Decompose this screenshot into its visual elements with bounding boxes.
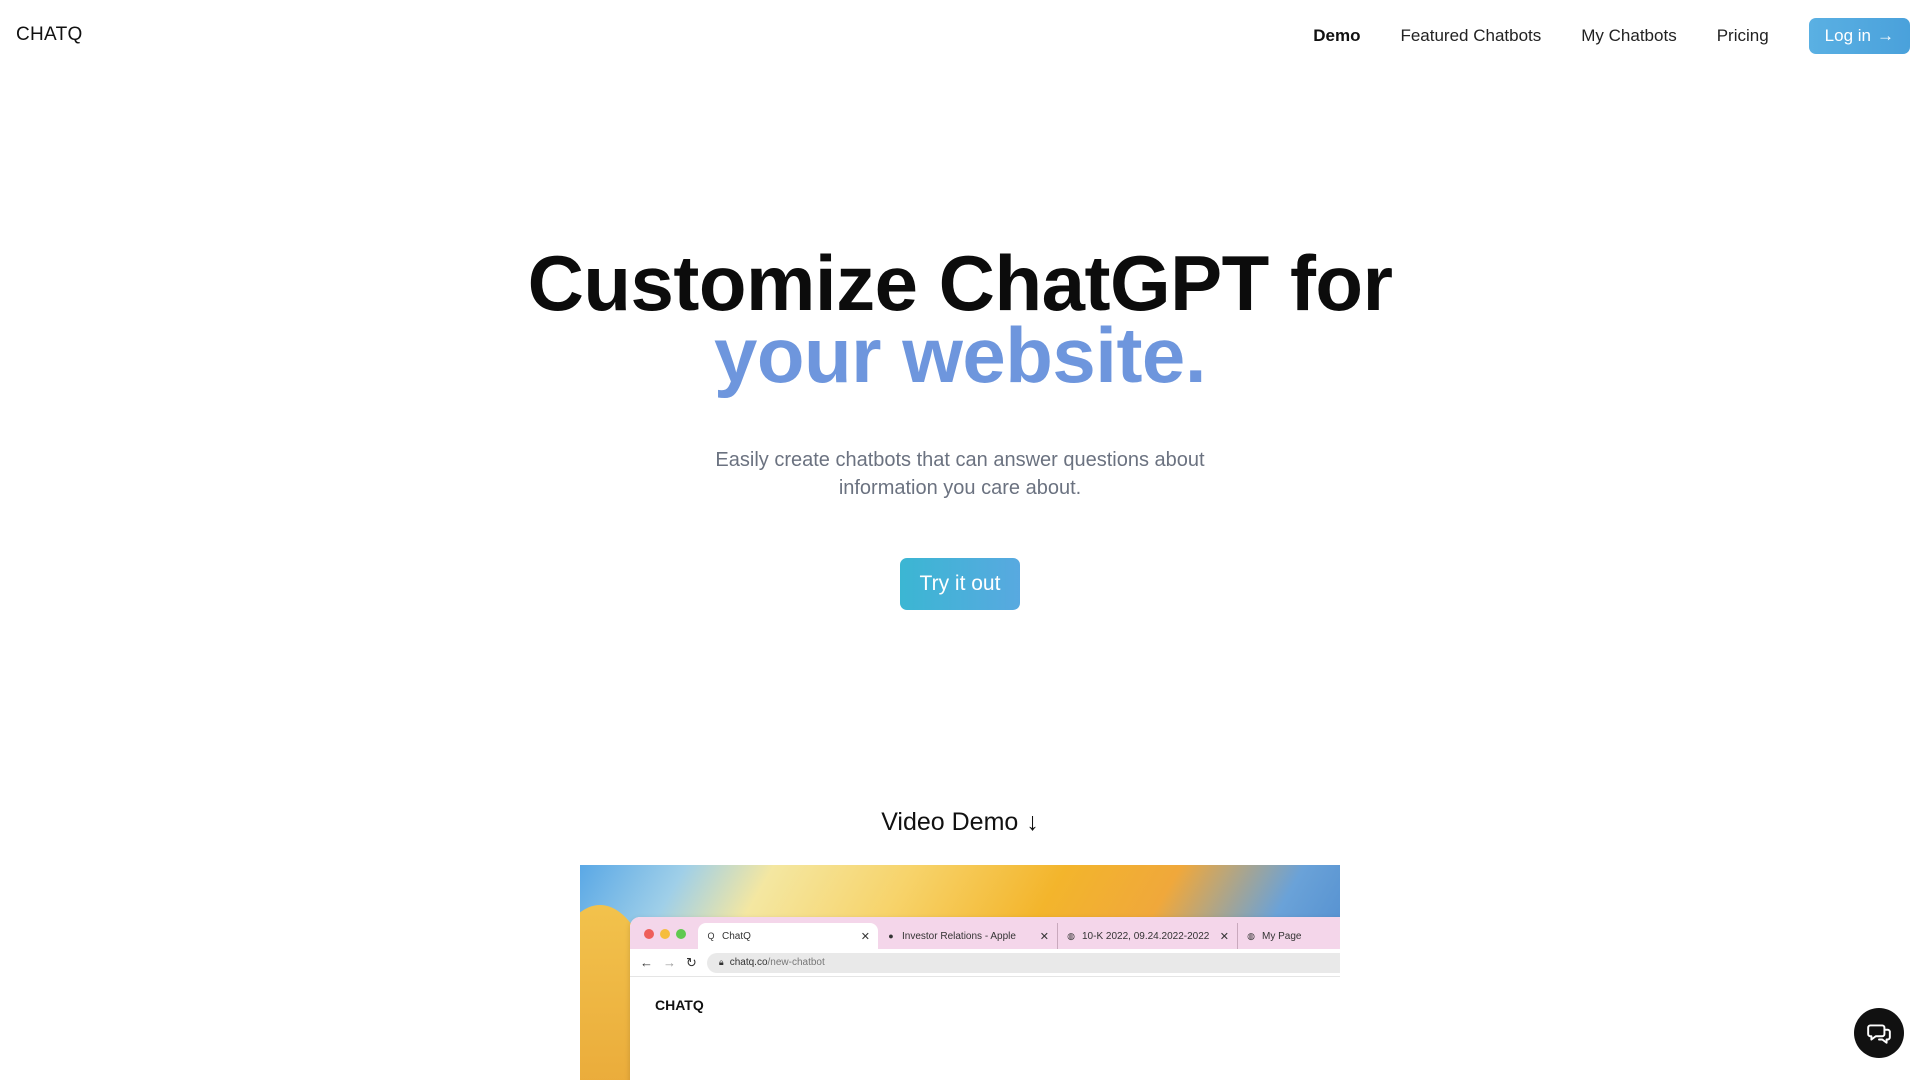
video-demo-player[interactable]: Q ChatQ ✕ ● Investor Relations - Apple ✕…	[580, 865, 1340, 1080]
login-button[interactable]: Log in →	[1808, 18, 1910, 54]
apple-favicon-icon: ●	[888, 931, 894, 941]
url-path: /new-chatbot	[767, 957, 825, 968]
try-it-out-button[interactable]: Try it out	[899, 558, 1021, 610]
chat-bubbles-icon	[1867, 1024, 1891, 1044]
browser-tab: ◍ 10-K 2022, 09.24.2022-2022 ✕	[1058, 923, 1238, 949]
nav-link-pricing[interactable]: Pricing	[1717, 26, 1769, 46]
close-window-icon	[644, 929, 654, 939]
inner-page-logo: CHATQ	[655, 997, 704, 1013]
tab-title: 10-K 2022, 09.24.2022-2022	[1082, 930, 1210, 942]
video-demo-label: Video Demo	[881, 808, 1019, 836]
close-tab-icon: ✕	[1219, 930, 1229, 943]
url-host: chatq.co	[729, 957, 768, 968]
minimize-window-icon	[660, 929, 670, 939]
close-tab-icon: ✕	[1039, 930, 1049, 943]
close-tab-icon: ✕	[860, 930, 870, 943]
browser-address-bar: ← → ↻ 🔒︎ chatq.co/new-chatbot	[630, 949, 1340, 977]
chat-widget-button[interactable]	[1854, 1008, 1904, 1058]
back-arrow-icon: ←	[640, 955, 653, 970]
hero-title-line2: your website.	[714, 311, 1206, 399]
nav-link-my-chatbots[interactable]: My Chatbots	[1581, 26, 1676, 46]
chatq-favicon-icon: Q	[707, 931, 715, 941]
top-navbar: CHATQ Demo Featured Chatbots My Chatbots…	[0, 0, 1920, 72]
browser-tab: Q ChatQ ✕	[698, 923, 878, 949]
nav-link-demo[interactable]: Demo	[1313, 26, 1360, 46]
url-field: 🔒︎ chatq.co/new-chatbot	[706, 952, 1340, 973]
window-controls	[644, 929, 686, 939]
browser-tab: ● Investor Relations - Apple ✕	[878, 923, 1058, 949]
forward-arrow-icon: →	[663, 955, 676, 970]
reload-icon: ↻	[686, 954, 697, 970]
hero-subtitle-line1: Easily create chatbots that can answer q…	[715, 449, 1205, 471]
video-demo-heading: Video Demo ↓	[0, 808, 1920, 837]
browser-mockup: Q ChatQ ✕ ● Investor Relations - Apple ✕…	[630, 917, 1340, 1080]
brand-logo[interactable]: CHATQ	[16, 24, 83, 46]
hero-subtitle: Easily create chatbots that can answer q…	[0, 446, 1920, 502]
login-button-label: Log in	[1824, 26, 1871, 45]
globe-icon: ◍	[1067, 930, 1075, 941]
lock-icon: 🔒︎	[718, 957, 724, 967]
cta-container: Try it out	[0, 558, 1920, 610]
globe-icon: ◍	[1247, 930, 1255, 941]
zoom-window-icon	[676, 929, 686, 939]
browser-tab: ◍ My Page	[1238, 923, 1338, 949]
arrow-down-icon: ↓	[1026, 808, 1039, 836]
tab-title: Investor Relations - Apple	[902, 930, 1016, 942]
arrow-right-icon: →	[1877, 26, 1894, 45]
hero-subtitle-line2: information you care about.	[838, 477, 1082, 499]
browser-tab-bar: Q ChatQ ✕ ● Investor Relations - Apple ✕…	[630, 917, 1340, 949]
nav-link-featured-chatbots[interactable]: Featured Chatbots	[1400, 26, 1541, 46]
nav-links: Demo Featured Chatbots My Chatbots Prici…	[1313, 18, 1910, 54]
tab-title: My Page	[1262, 930, 1302, 942]
tab-title: ChatQ	[722, 930, 751, 942]
